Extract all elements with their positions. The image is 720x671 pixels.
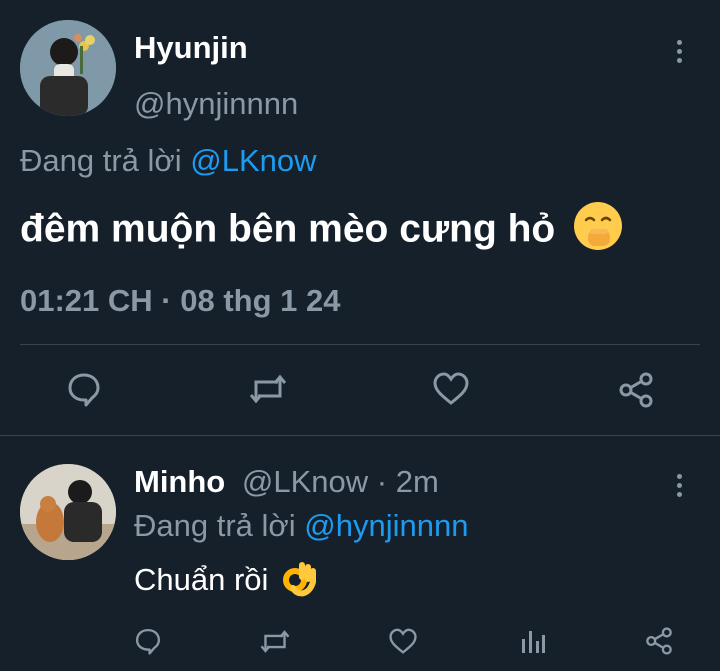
reply-icon[interactable] xyxy=(66,371,102,407)
retweet-icon[interactable] xyxy=(248,372,288,406)
more-options-icon[interactable] xyxy=(677,40,683,67)
reply-header: Minho @LKnow · 2m xyxy=(134,464,439,500)
tweet-timestamp[interactable]: 01:21 CH · 08 thg 1 24 xyxy=(20,283,340,319)
tweet-text: đêm muộn bên mèo cưng hỏ xyxy=(20,200,624,262)
share-icon[interactable] xyxy=(618,372,654,408)
more-options-icon[interactable] xyxy=(677,474,683,501)
reply-time-ago[interactable]: · 2m xyxy=(377,464,439,499)
divider xyxy=(20,344,700,345)
analytics-icon[interactable] xyxy=(520,627,546,655)
reply-body: Chuẩn rồi xyxy=(134,562,269,598)
reply-tweet-text: Chuẩn rồi xyxy=(134,558,317,606)
hand-over-mouth-emoji xyxy=(572,200,624,262)
reply-prefix: Đang trả lời xyxy=(134,508,296,543)
avatar-minho[interactable] xyxy=(20,464,116,560)
retweet-icon[interactable] xyxy=(259,628,291,655)
ok-hand-emoji xyxy=(281,558,317,606)
avatar-hyunjin[interactable] xyxy=(20,20,116,116)
heart-icon[interactable] xyxy=(433,372,469,406)
reply-context: Đang trả lời @hynjinnnn xyxy=(134,508,468,544)
divider xyxy=(0,435,720,436)
author-handle[interactable]: @hynjinnnn xyxy=(134,86,298,122)
reply-icon[interactable] xyxy=(134,627,162,655)
heart-icon[interactable] xyxy=(389,628,417,655)
reply-prefix: Đang trả lời xyxy=(20,143,182,178)
reply-to-handle[interactable]: @LKnow xyxy=(190,143,316,178)
reply-author-handle[interactable]: @LKnow xyxy=(242,464,368,499)
share-icon[interactable] xyxy=(645,627,673,655)
tweet-body: đêm muộn bên mèo cưng hỏ xyxy=(20,207,556,251)
reply-author-name[interactable]: Minho xyxy=(134,464,225,499)
author-name[interactable]: Hyunjin xyxy=(134,30,248,66)
reply-context: Đang trả lời @LKnow xyxy=(20,143,317,179)
reply-to-handle[interactable]: @hynjinnnn xyxy=(304,508,468,543)
